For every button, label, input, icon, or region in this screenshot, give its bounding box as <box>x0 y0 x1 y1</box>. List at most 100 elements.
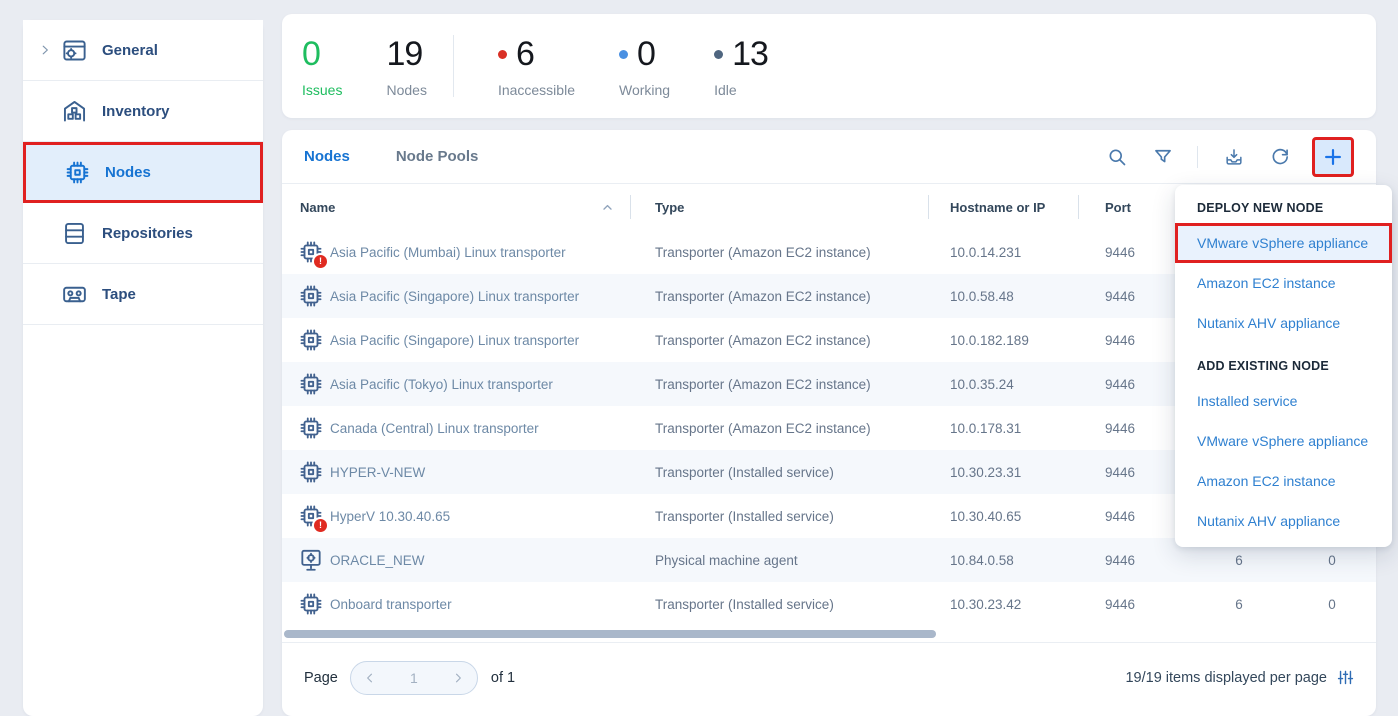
stats-bar: 0 Issues 19 Nodes 6 Inaccessible 0 <box>282 14 1376 118</box>
column-header-port[interactable]: Port <box>1078 200 1190 215</box>
sidebar-item[interactable]: General <box>23 20 263 81</box>
node-hostname: 10.30.40.65 <box>928 509 1078 524</box>
node-name-link[interactable]: Asia Pacific (Singapore) Linux transport… <box>330 333 630 348</box>
sidebar-item[interactable]: Tape <box>23 264 263 325</box>
dropdown-item[interactable]: Amazon EC2 instance <box>1175 263 1392 303</box>
error-badge-icon: ! <box>312 253 329 270</box>
dropdown-item[interactable]: VMware vSphere appliance <box>1175 223 1392 263</box>
sidebar-item[interactable]: Inventory <box>23 81 263 142</box>
table-footer: Page 1 of 1 19/19 items displayed per pa… <box>282 642 1376 712</box>
node-type-icon: ! <box>298 503 324 529</box>
chevron-right-icon[interactable] <box>38 43 61 57</box>
dropdown-item[interactable]: Amazon EC2 instance <box>1175 461 1392 501</box>
prev-page-button[interactable] <box>363 671 377 685</box>
toolbar-button[interactable] <box>1270 147 1290 167</box>
node-name-link[interactable]: Asia Pacific (Tokyo) Linux transporter <box>330 377 630 392</box>
status-dot-icon <box>619 50 628 59</box>
stat-item: 13 Idle <box>714 34 768 98</box>
toolbar-button[interactable] <box>1153 147 1173 167</box>
dropdown-item[interactable]: VMware vSphere appliance <box>1175 421 1392 461</box>
node-hostname: 10.0.178.31 <box>928 421 1078 436</box>
toolbar-divider <box>1197 146 1198 168</box>
node-type: Transporter (Installed service) <box>630 597 928 612</box>
error-badge-icon: ! <box>312 517 329 534</box>
horizontal-scrollbar[interactable] <box>284 630 936 638</box>
toolbar-button[interactable] <box>1224 147 1244 167</box>
column-header-name[interactable]: Name <box>282 200 630 215</box>
node-hostname: 10.30.23.31 <box>928 465 1078 480</box>
column-header-hostname[interactable]: Hostname or IP <box>928 200 1078 215</box>
toolbar-button[interactable] <box>1107 147 1127 167</box>
tab[interactable]: Node Pools <box>396 148 479 165</box>
dropdown-section: DEPLOY NEW NODE VMware vSphere appliance… <box>1175 191 1392 343</box>
dropdown-item[interactable]: Nutanix AHV appliance <box>1175 303 1392 343</box>
items-per-page-button[interactable] <box>1337 669 1354 686</box>
page-label: Page <box>304 670 338 686</box>
column-header-type[interactable]: Type <box>630 200 928 215</box>
dropdown-section-header: DEPLOY NEW NODE <box>1175 191 1392 223</box>
stat-item: 0 Issues <box>302 34 342 98</box>
node-hostname: 10.0.35.24 <box>928 377 1078 392</box>
node-name-link[interactable]: Asia Pacific (Mumbai) Linux transporter <box>330 245 630 260</box>
stat-label: Inaccessible <box>498 82 575 98</box>
node-extra-value: 0 <box>1288 553 1376 568</box>
stat-value: 0 <box>637 37 655 71</box>
node-hostname: 10.30.23.42 <box>928 597 1078 612</box>
node-name-link[interactable]: ORACLE_NEW <box>330 553 630 568</box>
sidebar-item-icon <box>61 220 88 247</box>
dropdown-item[interactable]: Nutanix AHV appliance <box>1175 501 1392 541</box>
node-port: 9446 <box>1078 465 1190 480</box>
sidebar-item-label: Tape <box>102 286 136 303</box>
sidebar-item-label: Inventory <box>102 103 170 120</box>
node-port: 9446 <box>1078 509 1190 524</box>
sidebar-item-label: Nodes <box>105 164 151 181</box>
status-dot-icon <box>498 50 507 59</box>
toolbar-icon <box>1107 147 1127 167</box>
dropdown-section-header: ADD EXISTING NODE <box>1175 349 1392 381</box>
sort-asc-icon[interactable] <box>601 201 614 214</box>
node-type: Transporter (Installed service) <box>630 465 928 480</box>
node-type-icon <box>298 371 324 397</box>
next-page-button[interactable] <box>451 671 465 685</box>
node-port: 9446 <box>1078 597 1190 612</box>
pagination-control: 1 <box>350 661 478 695</box>
node-port: 9446 <box>1078 421 1190 436</box>
node-name-link[interactable]: Onboard transporter <box>330 597 630 612</box>
sidebar-item-icon <box>64 159 91 186</box>
node-name-link[interactable]: HyperV 10.30.40.65 <box>330 509 630 524</box>
node-extra-value: 0 <box>1288 597 1376 612</box>
tab[interactable]: Nodes <box>304 148 350 165</box>
node-extra-value: 6 <box>1190 597 1288 612</box>
add-node-dropdown: DEPLOY NEW NODE VMware vSphere appliance… <box>1175 185 1392 547</box>
node-type-icon <box>298 547 324 573</box>
toolbar-icon <box>1153 147 1173 167</box>
node-port: 9446 <box>1078 245 1190 260</box>
sidebar-item-icon <box>61 98 88 125</box>
sidebar-item[interactable]: Repositories <box>23 203 263 264</box>
node-name-link[interactable]: Canada (Central) Linux transporter <box>330 421 630 436</box>
tab-bar: Nodes Node Pools <box>282 130 1376 184</box>
stat-item: 6 Inaccessible <box>498 34 575 98</box>
stat-value: 13 <box>732 37 768 71</box>
dropdown-item[interactable]: Installed service <box>1175 381 1392 421</box>
node-type-icon <box>298 415 324 441</box>
table-row[interactable]: Onboard transporter Transporter (Install… <box>282 582 1376 626</box>
node-name-link[interactable]: HYPER-V-NEW <box>330 465 630 480</box>
stat-value: 19 <box>386 37 422 71</box>
stat-label: Nodes <box>386 82 426 98</box>
node-type: Physical machine agent <box>630 553 928 568</box>
node-type-icon <box>298 283 324 309</box>
node-hostname: 10.84.0.58 <box>928 553 1078 568</box>
node-port: 9446 <box>1078 377 1190 392</box>
node-port: 9446 <box>1078 333 1190 348</box>
stat-item: 0 Working <box>619 34 670 98</box>
node-type-icon <box>298 459 324 485</box>
node-type: Transporter (Installed service) <box>630 509 928 524</box>
toolbar-button[interactable] <box>1312 137 1354 177</box>
stat-value: 6 <box>516 37 534 71</box>
items-per-page-label: 19/19 items displayed per page <box>1125 670 1327 686</box>
sidebar-item[interactable]: Nodes <box>23 142 263 203</box>
horizontal-scrollbar-track <box>282 626 1376 642</box>
node-name-link[interactable]: Asia Pacific (Singapore) Linux transport… <box>330 289 630 304</box>
node-port: 9446 <box>1078 289 1190 304</box>
